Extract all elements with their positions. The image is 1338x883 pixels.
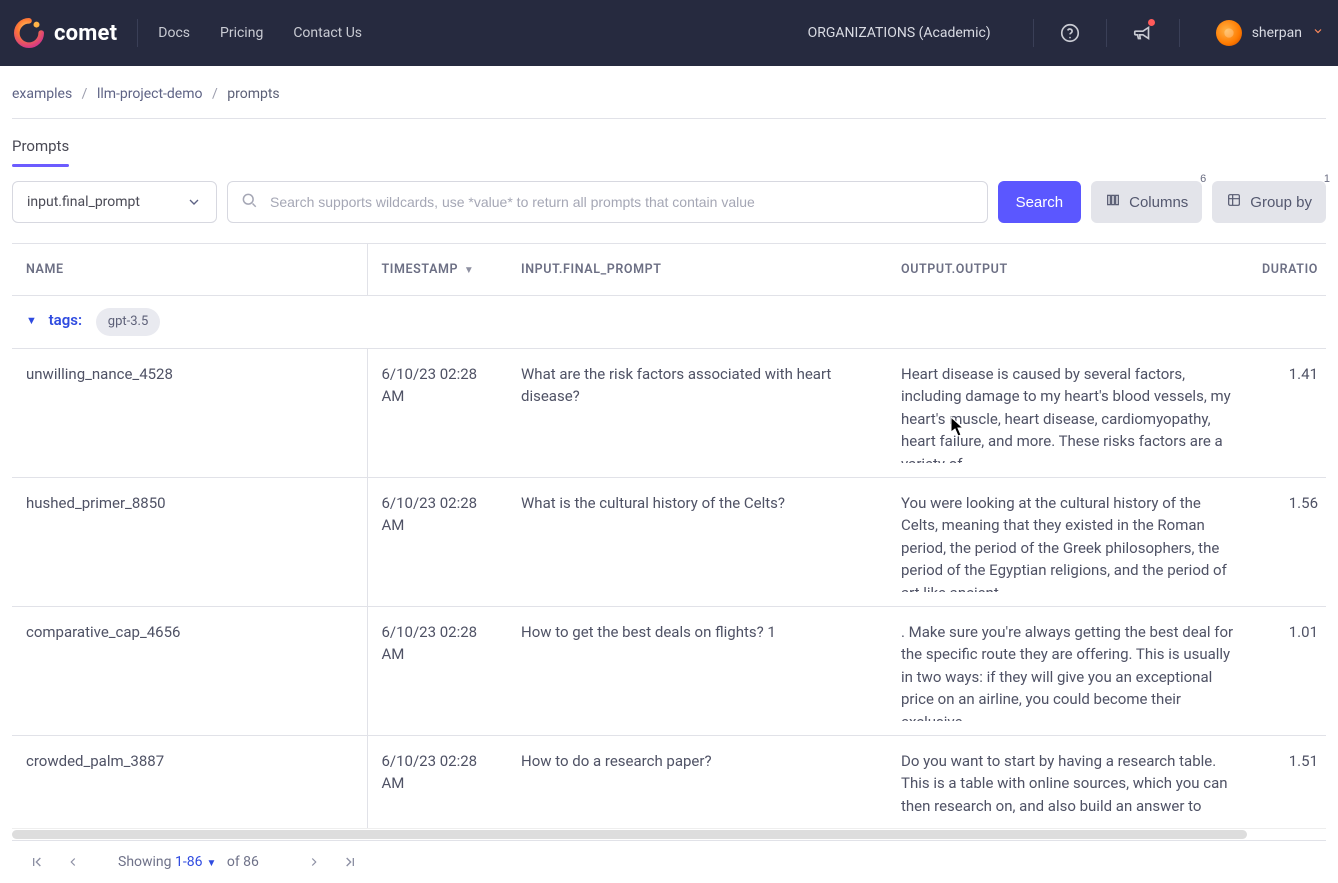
- groupby-button[interactable]: Group by 1: [1212, 181, 1326, 223]
- notification-dot-icon: [1148, 19, 1155, 26]
- cell-duration: 1.51: [1246, 735, 1326, 828]
- sort-desc-icon: ▼: [464, 265, 475, 276]
- field-select-value: input.final_prompt: [27, 194, 140, 210]
- cell-duration: 1.41: [1246, 348, 1326, 477]
- col-input[interactable]: INPUT.FINAL_PROMPT: [507, 244, 887, 296]
- caret-down-icon: ▼: [26, 313, 37, 330]
- tab-prompts[interactable]: Prompts: [12, 137, 69, 167]
- field-select[interactable]: input.final_prompt: [12, 181, 217, 223]
- of-label: of 86: [227, 854, 259, 870]
- columns-label: Columns: [1129, 194, 1188, 211]
- announcements-icon[interactable]: [1127, 17, 1159, 49]
- page-last-button[interactable]: [339, 851, 361, 873]
- scrollbar-thumb[interactable]: [12, 830, 1247, 839]
- search-input-wrap: [227, 181, 988, 223]
- page-prev-button[interactable]: [62, 851, 84, 873]
- col-timestamp-label: TIMESTAMP: [382, 262, 459, 277]
- chevron-down-icon: [1312, 25, 1324, 41]
- columns-badge: 6: [1200, 173, 1206, 185]
- cell-duration: 1.56: [1246, 477, 1326, 606]
- logo-text: comet: [54, 21, 117, 46]
- tab-bar: Prompts: [12, 137, 1326, 167]
- divider: [1106, 19, 1107, 47]
- help-icon[interactable]: [1054, 17, 1086, 49]
- divider: [1033, 19, 1034, 47]
- columns-icon: [1105, 192, 1121, 212]
- breadcrumb-sep: /: [212, 86, 218, 102]
- cell-output: Heart disease is caused by several facto…: [887, 348, 1246, 477]
- cell-timestamp: 6/10/23 02:28 AM: [367, 735, 507, 828]
- cell-input: What is the cultural history of the Celt…: [507, 477, 887, 606]
- columns-button[interactable]: Columns 6: [1091, 181, 1202, 223]
- cell-timestamp: 6/10/23 02:28 AM: [367, 606, 507, 735]
- breadcrumb-item[interactable]: llm-project-demo: [97, 86, 203, 102]
- user-name: sherpan: [1252, 25, 1302, 41]
- col-duration[interactable]: DURATIO: [1246, 244, 1326, 296]
- col-output[interactable]: OUTPUT.OUTPUT: [887, 244, 1246, 296]
- nav-link-pricing[interactable]: Pricing: [220, 25, 263, 41]
- logo[interactable]: comet: [14, 18, 117, 48]
- divider: [137, 19, 138, 47]
- nav-link-contact[interactable]: Contact Us: [293, 25, 362, 41]
- col-timestamp[interactable]: TIMESTAMP ▼: [367, 244, 507, 296]
- table-row[interactable]: comparative_cap_4656 6/10/23 02:28 AM Ho…: [12, 606, 1326, 735]
- cell-input: What are the risk factors associated wit…: [507, 348, 887, 477]
- cell-input: How to do a research paper?: [507, 735, 887, 828]
- controls-row: input.final_prompt Search Columns 6 Grou…: [12, 181, 1326, 223]
- output-text: . Make sure you're always getting the be…: [901, 621, 1234, 721]
- table-row[interactable]: unwilling_nance_4528 6/10/23 02:28 AM Wh…: [12, 348, 1326, 477]
- page-range[interactable]: 1-86 ▼: [175, 854, 220, 870]
- output-text: Do you want to start by having a researc…: [901, 750, 1234, 814]
- prompts-table: NAME TIMESTAMP ▼ INPUT.FINAL_PROMPT OUTP…: [12, 243, 1326, 840]
- cell-output: Do you want to start by having a researc…: [887, 735, 1246, 828]
- output-text: Heart disease is caused by several facto…: [901, 363, 1234, 463]
- org-label[interactable]: ORGANIZATIONS (Academic): [808, 25, 991, 41]
- pagination: Showing 1-86 ▼ of 86: [12, 840, 1326, 883]
- breadcrumb-item[interactable]: examples: [12, 86, 72, 102]
- user-menu[interactable]: sherpan: [1216, 20, 1324, 46]
- tag-pill: gpt-3.5: [96, 308, 161, 336]
- page-next-button[interactable]: [303, 851, 325, 873]
- group-row[interactable]: ▼ tags: gpt-3.5: [12, 296, 1326, 349]
- page-first-button[interactable]: [26, 851, 48, 873]
- search-input[interactable]: [268, 193, 975, 211]
- table-row[interactable]: crowded_palm_3887 6/10/23 02:28 AM How t…: [12, 735, 1326, 828]
- logo-icon: [14, 18, 44, 48]
- groupby-label: Group by: [1250, 194, 1312, 211]
- nav-link-docs[interactable]: Docs: [158, 25, 190, 41]
- search-icon: [240, 191, 258, 213]
- breadcrumb: examples / llm-project-demo / prompts: [12, 86, 1326, 119]
- table-row[interactable]: hushed_primer_8850 6/10/23 02:28 AM What…: [12, 477, 1326, 606]
- avatar: [1216, 20, 1242, 46]
- breadcrumb-sep: /: [82, 86, 88, 102]
- chevron-down-icon: [180, 188, 208, 216]
- cell-output: . Make sure you're always getting the be…: [887, 606, 1246, 735]
- breadcrumb-current: prompts: [227, 86, 279, 102]
- cell-timestamp: 6/10/23 02:28 AM: [367, 348, 507, 477]
- cell-timestamp: 6/10/23 02:28 AM: [367, 477, 507, 606]
- page-range-value: 1-86: [175, 854, 202, 870]
- cell-output: You were looking at the cultural history…: [887, 477, 1246, 606]
- divider: [1179, 19, 1180, 47]
- output-text: You were looking at the cultural history…: [901, 492, 1234, 592]
- top-nav: comet Docs Pricing Contact Us ORGANIZATI…: [0, 0, 1338, 66]
- caret-down-icon: ▼: [207, 858, 217, 869]
- cell-name: hushed_primer_8850: [12, 477, 367, 606]
- groupby-icon: [1226, 192, 1242, 212]
- groupby-badge: 1: [1324, 173, 1330, 185]
- cell-duration: 1.01: [1246, 606, 1326, 735]
- cell-name: comparative_cap_4656: [12, 606, 367, 735]
- col-name[interactable]: NAME: [12, 244, 367, 296]
- horizontal-scrollbar[interactable]: [12, 828, 1326, 840]
- cell-name: crowded_palm_3887: [12, 735, 367, 828]
- nav-right: ORGANIZATIONS (Academic) sherpan: [808, 17, 1324, 49]
- nav-links: Docs Pricing Contact Us: [158, 25, 362, 41]
- cell-input: How to get the best deals on flights? 1: [507, 606, 887, 735]
- cell-name: unwilling_nance_4528: [12, 348, 367, 477]
- showing-label: Showing: [118, 854, 172, 870]
- search-button[interactable]: Search: [998, 181, 1082, 223]
- group-label: tags:: [49, 311, 82, 329]
